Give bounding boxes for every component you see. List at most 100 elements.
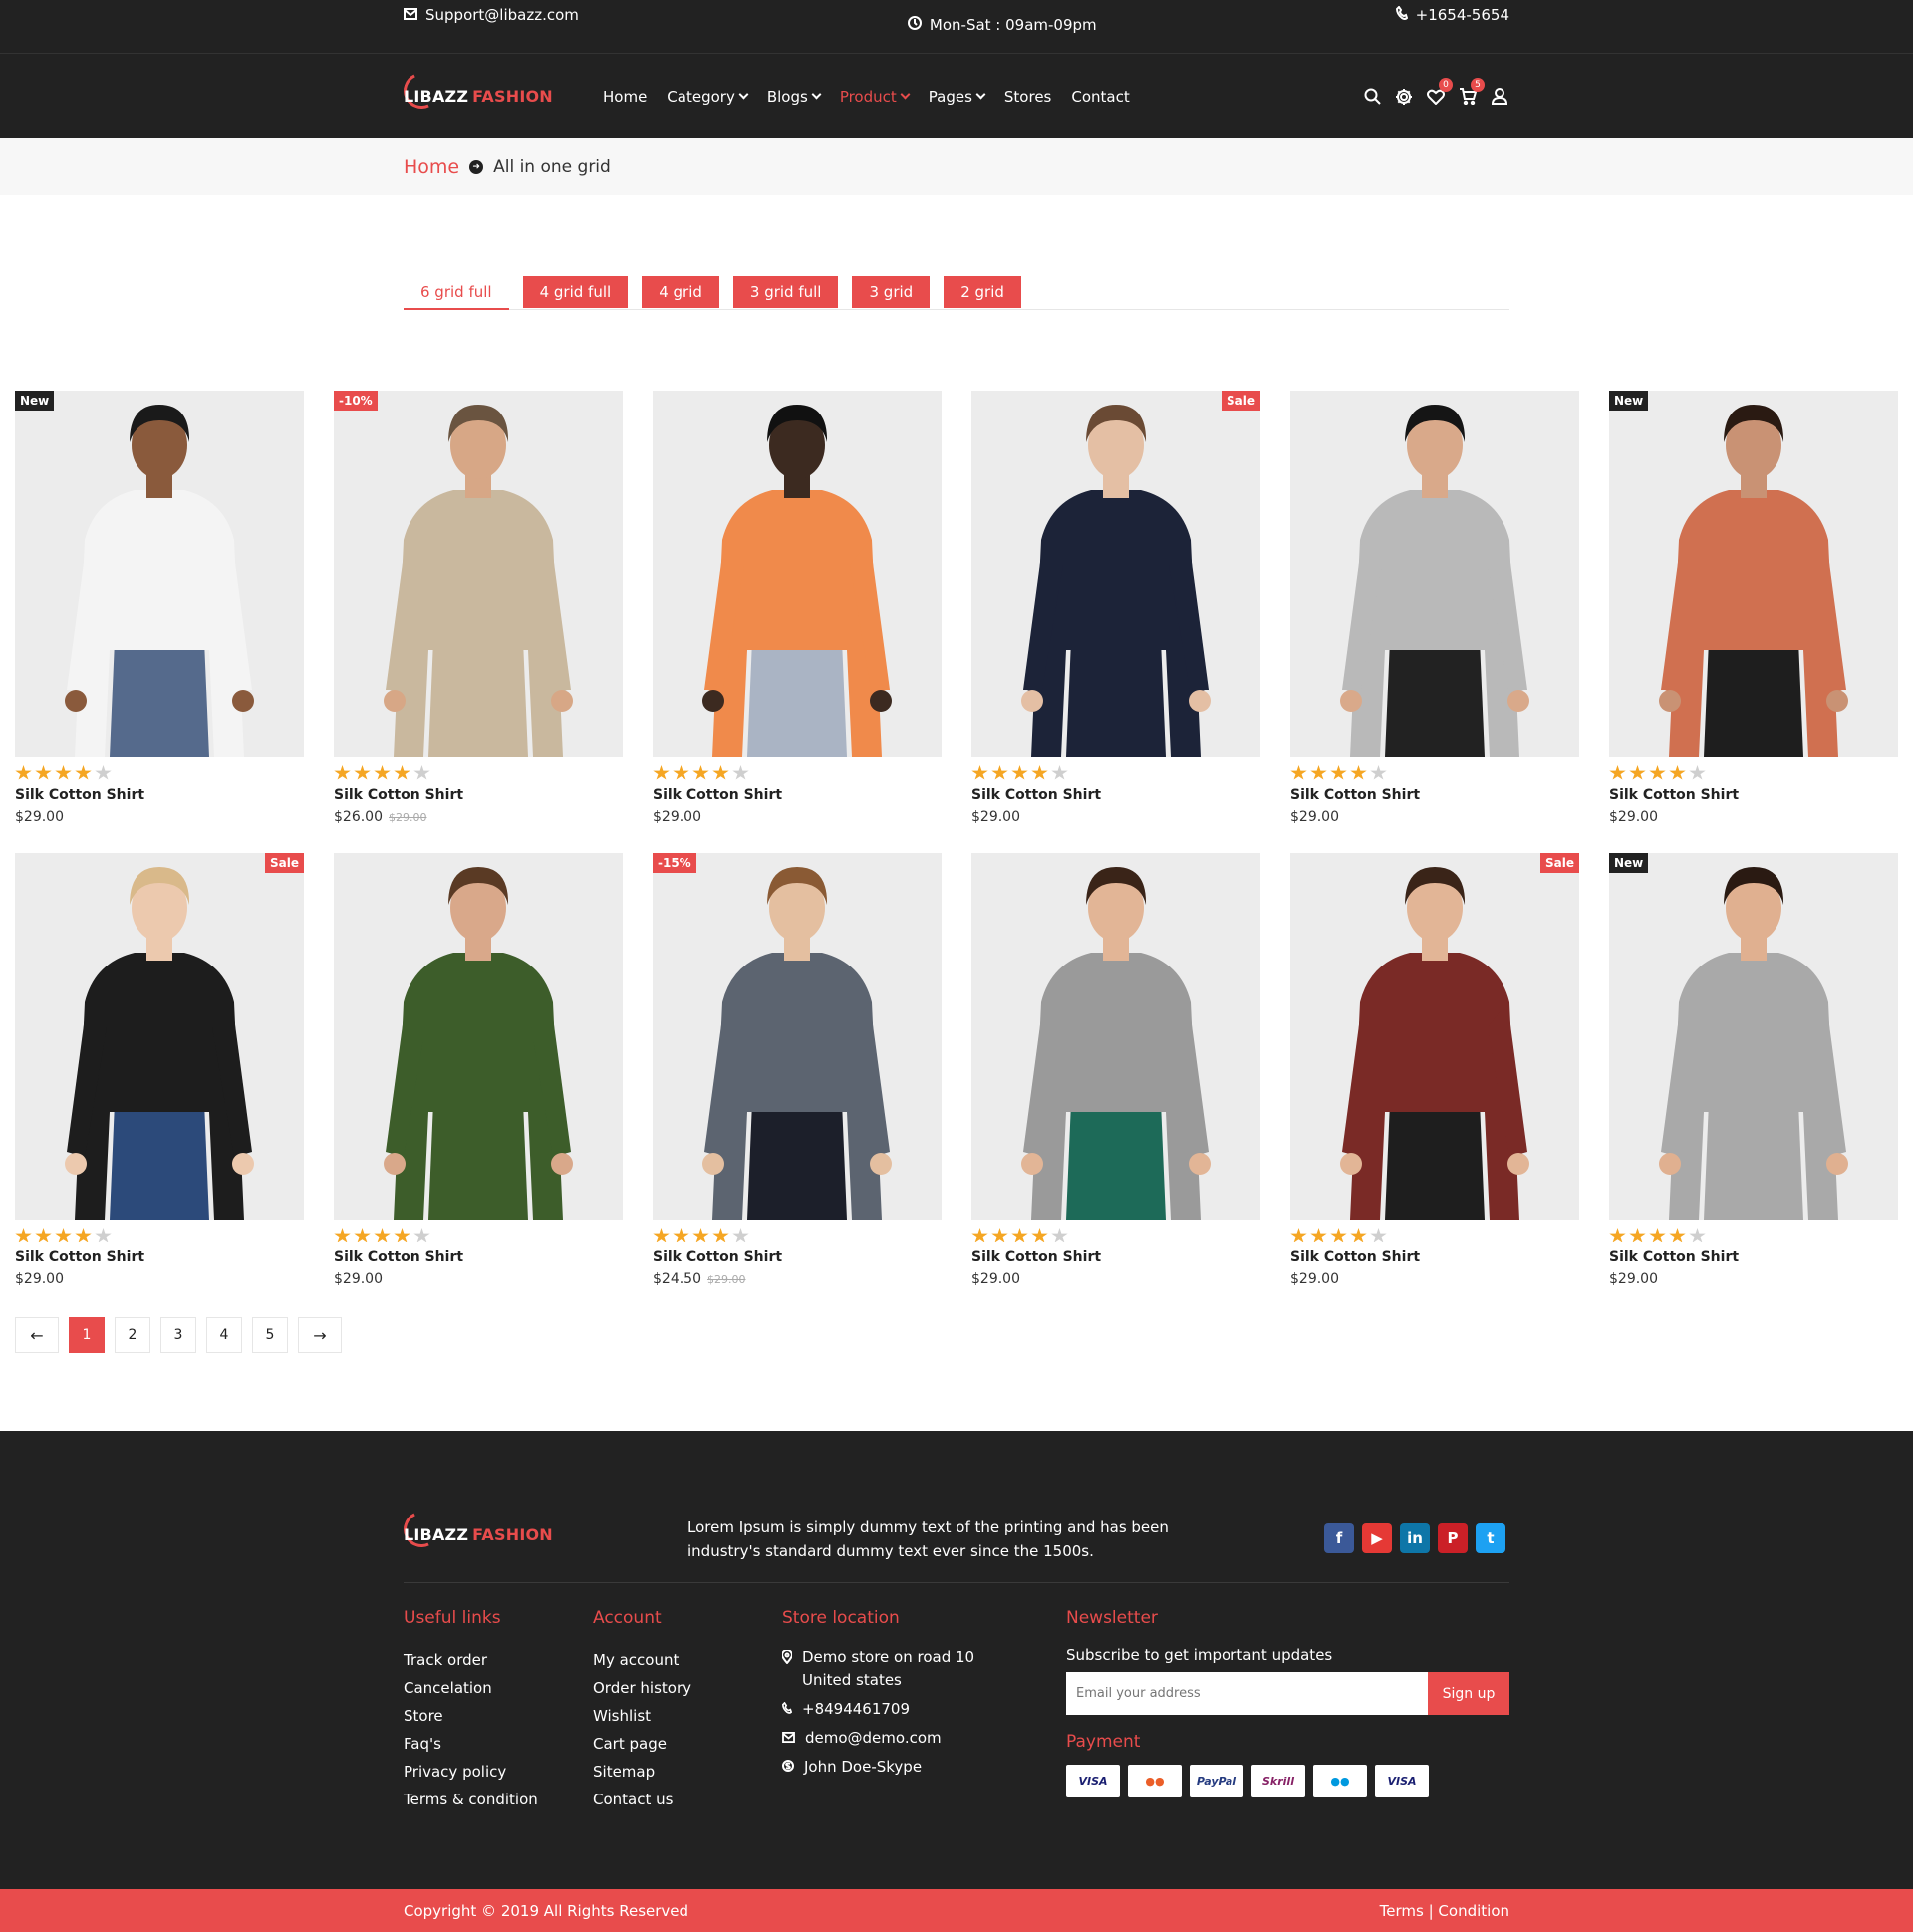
payment-card-icon: VISA (1066, 1765, 1120, 1797)
footer-link[interactable]: Privacy policy (404, 1758, 538, 1786)
footer-link[interactable]: Terms & condition (404, 1786, 538, 1813)
site-logo[interactable]: LIBAZZ FASHION (398, 67, 603, 115)
product-image[interactable] (1290, 391, 1579, 757)
support-email[interactable]: Support@libazz.com (404, 6, 579, 24)
user-icon[interactable] (1490, 87, 1509, 107)
nav-blogs[interactable]: Blogs (767, 88, 822, 106)
newsletter-email-input[interactable] (1066, 1672, 1428, 1715)
product-card[interactable]: -10% Silk Cotton Shirt $26.00 $29.00 (334, 391, 623, 853)
product-image[interactable]: New (1609, 391, 1898, 757)
product-card[interactable]: -15% Silk Cotton Shirt $24.50 $29.00 (653, 853, 942, 1315)
product-name[interactable]: Silk Cotton Shirt (15, 787, 304, 803)
product-card[interactable]: New Silk Cotton Shirt $29.00 (1609, 391, 1898, 853)
nav-product[interactable]: Product (840, 88, 911, 106)
product-card[interactable]: Silk Cotton Shirt $29.00 (653, 391, 942, 853)
pinterest-icon[interactable]: P (1438, 1523, 1468, 1553)
cart-icon[interactable]: 5 (1458, 77, 1485, 107)
grid-tab-4-grid[interactable]: 4 grid (642, 276, 719, 308)
footer-link[interactable]: Cart page (593, 1730, 691, 1758)
product-name[interactable]: Silk Cotton Shirt (971, 787, 1260, 803)
footer-link[interactable]: Sitemap (593, 1758, 691, 1786)
nav-category[interactable]: Category (667, 88, 749, 106)
chevron-down-icon (975, 89, 986, 100)
terms-condition-link[interactable]: Terms | Condition (1380, 1902, 1509, 1920)
product-card[interactable]: Sale Silk Cotton Shirt $29.00 (971, 391, 1260, 853)
pagination-page[interactable]: 1 (69, 1317, 105, 1353)
product-name[interactable]: Silk Cotton Shirt (1290, 1249, 1579, 1265)
product-image[interactable]: -15% (653, 853, 942, 1220)
product-image[interactable] (334, 853, 623, 1220)
heart-icon[interactable]: 0 (1426, 77, 1453, 107)
nav-home[interactable]: Home (603, 88, 647, 106)
pagination-page[interactable]: 3 (160, 1317, 196, 1353)
nav-pages[interactable]: Pages (929, 88, 986, 106)
nav-stores[interactable]: Stores (1004, 88, 1051, 106)
breadcrumb-home-link[interactable]: Home (404, 156, 459, 178)
product-card[interactable]: Silk Cotton Shirt $29.00 (971, 853, 1260, 1315)
store-phone[interactable]: +8494461709 (781, 1698, 1001, 1721)
rating-stars (1290, 1228, 1579, 1243)
youtube-icon[interactable]: ▶ (1362, 1523, 1392, 1553)
pagination-page[interactable]: 4 (206, 1317, 242, 1353)
product-name[interactable]: Silk Cotton Shirt (334, 1249, 623, 1265)
footer-link[interactable]: Faq's (404, 1730, 538, 1758)
footer-link[interactable]: Contact us (593, 1786, 691, 1813)
gear-icon[interactable] (1394, 87, 1414, 107)
product-old-price: $29.00 (707, 1273, 746, 1286)
product-card[interactable]: New Silk Cotton Shirt $29.00 (15, 391, 304, 853)
product-price-row: $29.00 (15, 809, 304, 825)
footer-link[interactable]: Store (404, 1702, 538, 1730)
search-icon[interactable] (1362, 87, 1382, 107)
product-image[interactable]: Sale (15, 853, 304, 1220)
product-photo (971, 853, 1260, 1220)
footer-logo[interactable]: LIBAZZ FASHION (398, 1506, 603, 1553)
pagination-next[interactable]: → (298, 1317, 342, 1353)
grid-tab-3-grid-full[interactable]: 3 grid full (732, 276, 839, 308)
footer-link[interactable]: Wishlist (593, 1702, 691, 1730)
store-email[interactable]: demo@demo.com (782, 1727, 1001, 1750)
product-name[interactable]: Silk Cotton Shirt (1609, 1249, 1898, 1265)
product-name[interactable]: Silk Cotton Shirt (15, 1249, 304, 1265)
product-image[interactable] (653, 391, 942, 757)
linkedin-icon[interactable]: in (1400, 1523, 1430, 1553)
star-icon (673, 765, 689, 780)
product-image[interactable]: New (1609, 853, 1898, 1220)
product-card[interactable]: Silk Cotton Shirt $29.00 (1290, 391, 1579, 853)
product-card[interactable]: Sale Silk Cotton Shirt $29.00 (1290, 853, 1579, 1315)
product-image[interactable]: Sale (971, 391, 1260, 757)
support-phone[interactable]: +1654-5654 (1395, 5, 1509, 24)
product-image[interactable]: -10% (334, 391, 623, 757)
pagination-prev[interactable]: ← (15, 1317, 59, 1353)
grid-tab-4-grid-full[interactable]: 4 grid full (522, 276, 629, 308)
footer-link[interactable]: Track order (404, 1646, 538, 1674)
star-icon (334, 765, 351, 780)
nav-contact[interactable]: Contact (1071, 88, 1129, 106)
useful-links-column: Useful links Track order Cancelation Store… (404, 1608, 538, 1813)
product-image[interactable]: Sale (1290, 853, 1579, 1220)
product-image[interactable]: New (15, 391, 304, 757)
product-name[interactable]: Silk Cotton Shirt (1609, 787, 1898, 803)
logo-text-libazz: LIBAZZ (404, 87, 469, 106)
store-skype[interactable]: John Doe-Skype (782, 1756, 1001, 1779)
product-name[interactable]: Silk Cotton Shirt (653, 787, 942, 803)
grid-tab-6-grid-full[interactable]: 6 grid full (404, 276, 509, 310)
product-name[interactable]: Silk Cotton Shirt (334, 787, 623, 803)
product-card[interactable]: Silk Cotton Shirt $29.00 (334, 853, 623, 1315)
pagination-page[interactable]: 5 (252, 1317, 288, 1353)
product-image[interactable] (971, 853, 1260, 1220)
grid-tab-3-grid[interactable]: 3 grid (852, 276, 931, 308)
product-name[interactable]: Silk Cotton Shirt (971, 1249, 1260, 1265)
grid-tab-2-grid[interactable]: 2 grid (944, 276, 1021, 308)
footer-link[interactable]: Cancelation (404, 1674, 538, 1702)
footer-link[interactable]: My account (593, 1646, 691, 1674)
newsletter-signup-button[interactable]: Sign up (1428, 1672, 1509, 1715)
product-card[interactable]: New Silk Cotton Shirt $29.00 (1609, 853, 1898, 1315)
facebook-icon[interactable]: f (1324, 1523, 1354, 1553)
twitter-icon[interactable]: t (1476, 1523, 1505, 1553)
product-price: $29.00 (1290, 1271, 1339, 1287)
product-name[interactable]: Silk Cotton Shirt (1290, 787, 1579, 803)
pagination-page[interactable]: 2 (115, 1317, 150, 1353)
product-card[interactable]: Sale Silk Cotton Shirt $29.00 (15, 853, 304, 1315)
product-name[interactable]: Silk Cotton Shirt (653, 1249, 942, 1265)
footer-link[interactable]: Order history (593, 1674, 691, 1702)
